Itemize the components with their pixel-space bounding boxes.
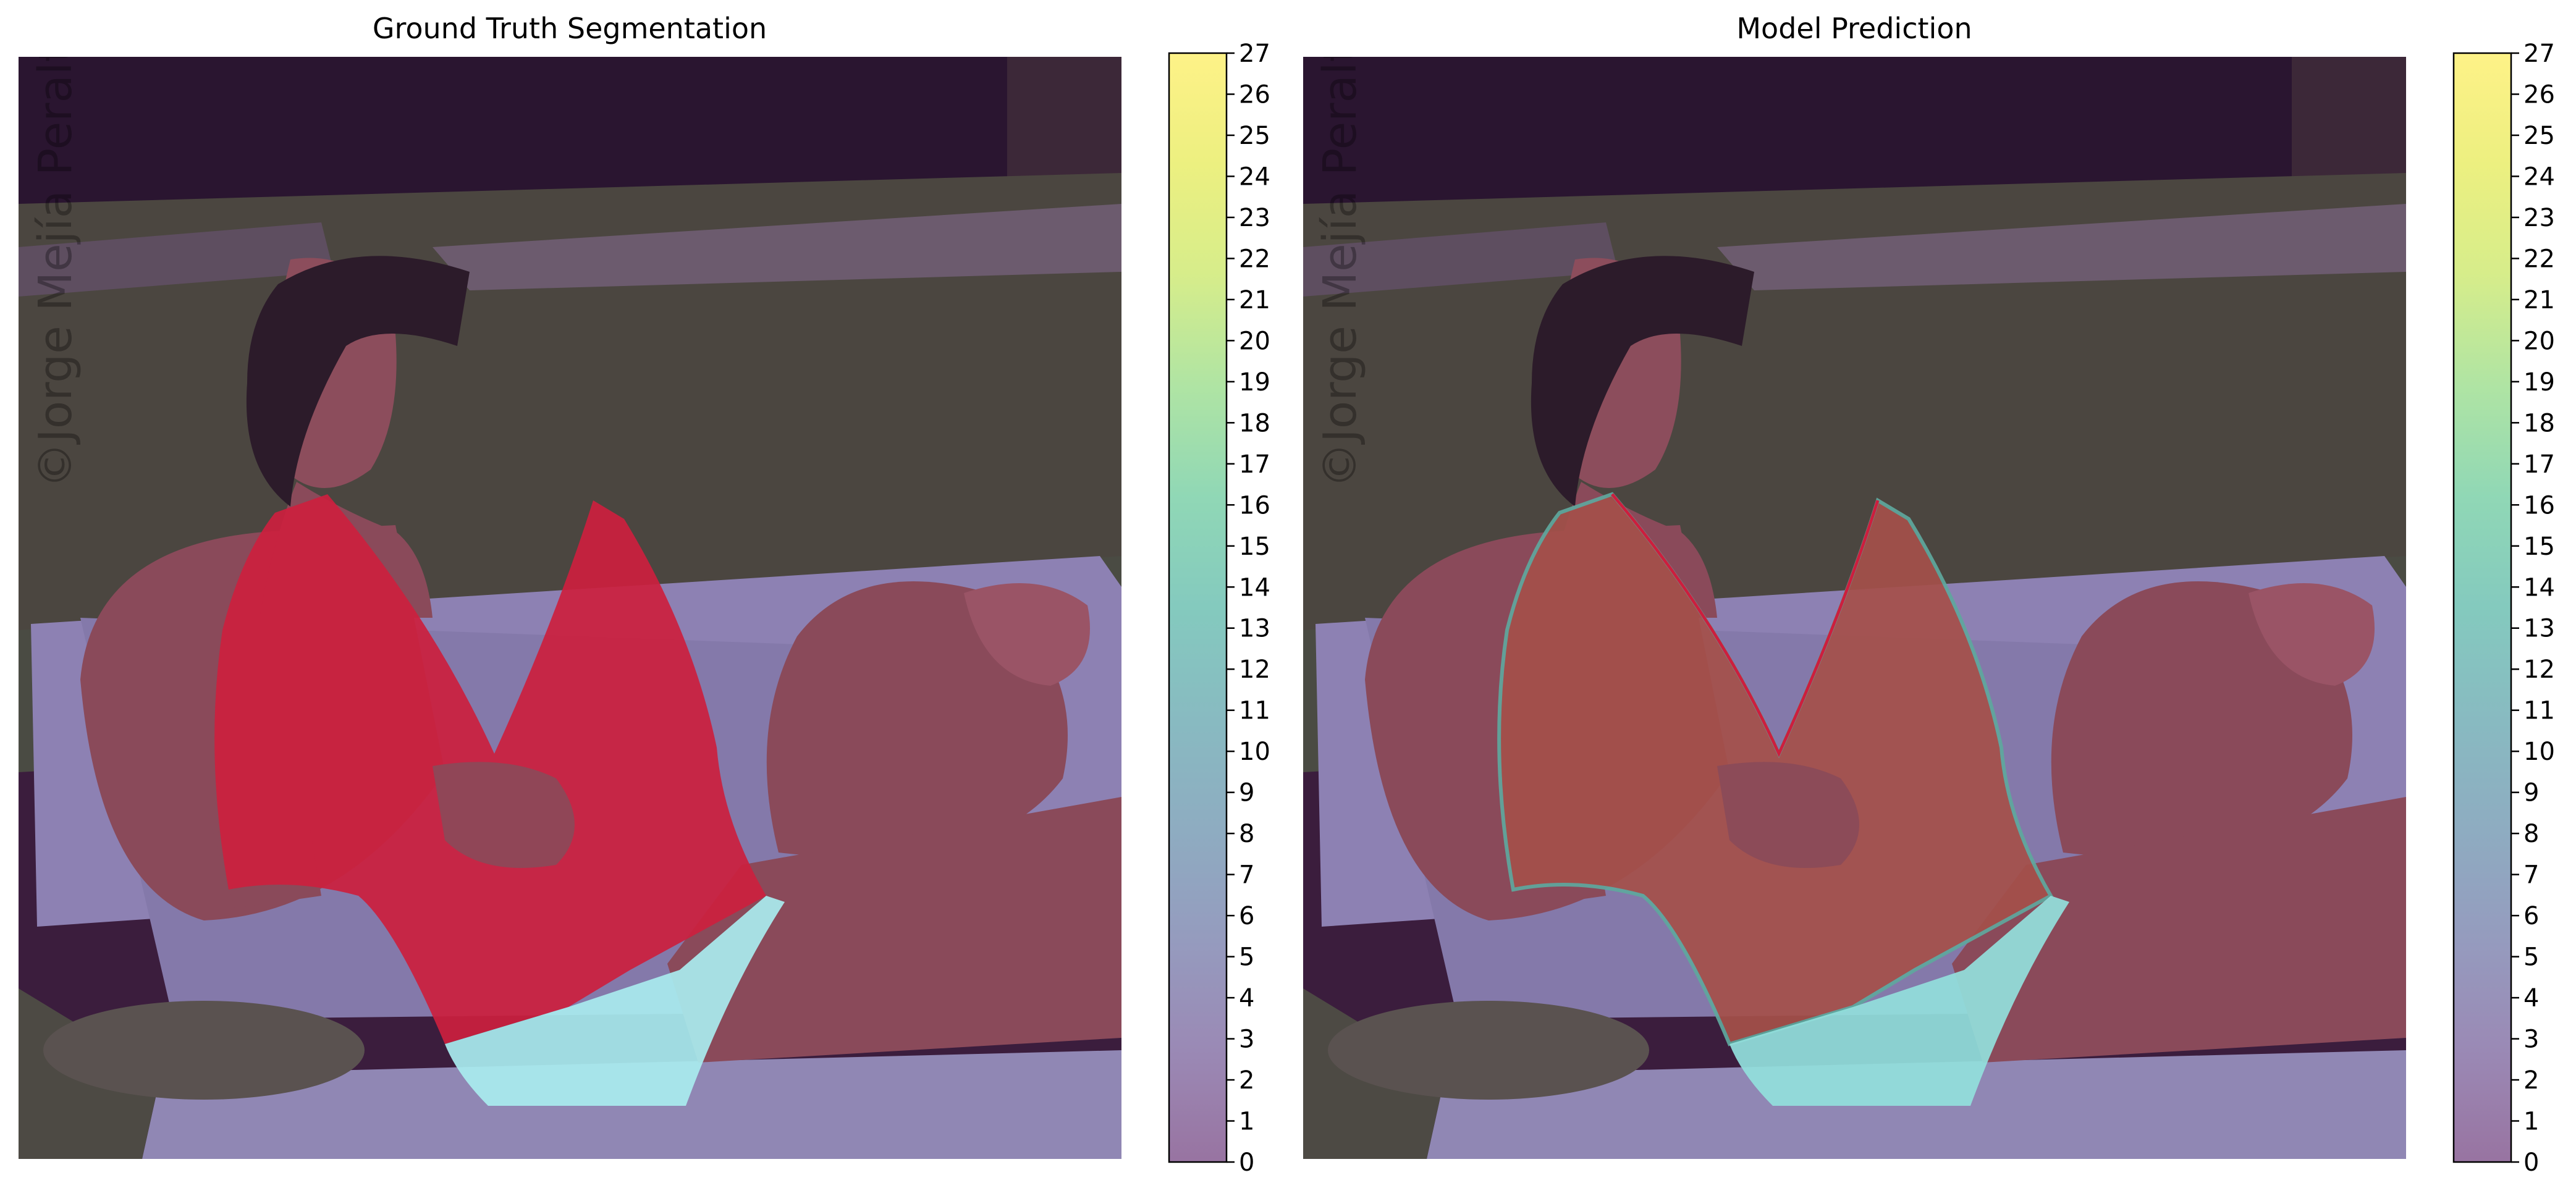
colorbar-ground-truth-scale: [1168, 52, 1228, 1163]
panel-ground-truth: ©Jorge Mejía Peralta: [19, 16, 1121, 1159]
gt-tick-label-1: 1: [1239, 1108, 1254, 1136]
pred-tick-label-12: 12: [2523, 655, 2555, 684]
pred-tick-label-18: 18: [2523, 409, 2555, 437]
gt-tick-label-25: 25: [1239, 122, 1270, 150]
gt-tick-label-3: 3: [1239, 1025, 1254, 1054]
gt-tick-label-16: 16: [1239, 491, 1270, 520]
gt-tick-label-13: 13: [1239, 615, 1270, 643]
pred-tick-label-4: 4: [2523, 984, 2539, 1013]
pred-tick-label-20: 20: [2523, 327, 2555, 355]
pred-tick-label-17: 17: [2523, 450, 2555, 479]
gt-tick-label-12: 12: [1239, 655, 1270, 684]
title-ground-truth: Ground Truth Segmentation: [373, 12, 767, 45]
pred-tick-label-2: 2: [2523, 1066, 2539, 1095]
gt-tick-label-19: 19: [1239, 368, 1270, 397]
gt-tick-label-21: 21: [1239, 286, 1270, 314]
pred-tick-label-0: 0: [2523, 1148, 2539, 1177]
colorbar-ground-truth: 0123456789101112131415161718192021222324…: [1168, 40, 1270, 1177]
gt-tick-label-27: 27: [1239, 40, 1270, 68]
pred-tick-label-15: 15: [2523, 533, 2555, 561]
pred-tick-label-11: 11: [2523, 697, 2555, 725]
gt-tick-label-26: 26: [1239, 80, 1270, 109]
gt-tick-label-4: 4: [1239, 984, 1254, 1013]
watermark-ground-truth: ©Jorge Mejía Peralta: [29, 16, 82, 488]
watermark-model-prediction: ©Jorge Mejía Peralta: [1314, 16, 1367, 488]
gt-tick-label-10: 10: [1239, 738, 1270, 766]
gt-tick-label-5: 5: [1239, 943, 1254, 972]
pred-tick-label-6: 6: [2523, 902, 2539, 930]
colorbar-ground-truth-ticks: 0123456789101112131415161718192021222324…: [1227, 40, 1270, 1177]
gt-tick-label-23: 23: [1239, 204, 1270, 232]
pred-tick-label-7: 7: [2523, 861, 2539, 890]
pred-tick-label-22: 22: [2523, 245, 2555, 273]
pred-tick-label-25: 25: [2523, 122, 2555, 150]
pred-tick-label-5: 5: [2523, 943, 2539, 972]
colorbar-model-prediction: 0123456789101112131415161718192021222324…: [2452, 40, 2555, 1177]
pred-tick-label-27: 27: [2523, 40, 2555, 68]
gt-tick-label-2: 2: [1239, 1066, 1254, 1095]
gt-tick-label-7: 7: [1239, 861, 1254, 890]
colorbar-model-prediction-ticks: 0123456789101112131415161718192021222324…: [2511, 40, 2555, 1177]
pred-tick-label-13: 13: [2523, 615, 2555, 643]
pred-tick-label-19: 19: [2523, 368, 2555, 397]
title-model-prediction: Model Prediction: [1736, 12, 1972, 45]
pred-tick-label-21: 21: [2523, 286, 2555, 314]
pred-tick-label-8: 8: [2523, 820, 2539, 848]
gt-tick-label-8: 8: [1239, 820, 1254, 848]
pred-tick-label-10: 10: [2523, 738, 2555, 766]
pred-tick-label-3: 3: [2523, 1025, 2539, 1054]
gt-tick-label-18: 18: [1239, 409, 1270, 437]
pred-tick-label-9: 9: [2523, 779, 2539, 807]
gt-tick-label-24: 24: [1239, 162, 1270, 191]
panel-model-prediction: ©Jorge Mejía Peralta: [1303, 16, 2406, 1159]
pred-tick-label-14: 14: [2523, 573, 2555, 602]
gt-tick-label-0: 0: [1239, 1148, 1254, 1177]
gt-tick-label-9: 9: [1239, 779, 1254, 807]
gt-tick-label-17: 17: [1239, 450, 1270, 479]
figure: ©Jorge Mejía Peralta ©Jorge Mejía Peralt…: [19, 12, 2555, 1177]
pred-tick-label-23: 23: [2523, 204, 2555, 232]
gt-tick-label-14: 14: [1239, 573, 1270, 602]
pred-tick-label-1: 1: [2523, 1108, 2539, 1136]
gt-tick-label-6: 6: [1239, 902, 1254, 930]
gt-tick-label-22: 22: [1239, 245, 1270, 273]
pred-tick-label-24: 24: [2523, 162, 2555, 191]
colorbar-model-prediction-scale: [2452, 52, 2512, 1163]
gt-tick-label-15: 15: [1239, 533, 1270, 561]
pred-tick-label-16: 16: [2523, 491, 2555, 520]
gt-tick-label-11: 11: [1239, 697, 1270, 725]
gt-tick-label-20: 20: [1239, 327, 1270, 355]
pred-tick-label-26: 26: [2523, 80, 2555, 109]
